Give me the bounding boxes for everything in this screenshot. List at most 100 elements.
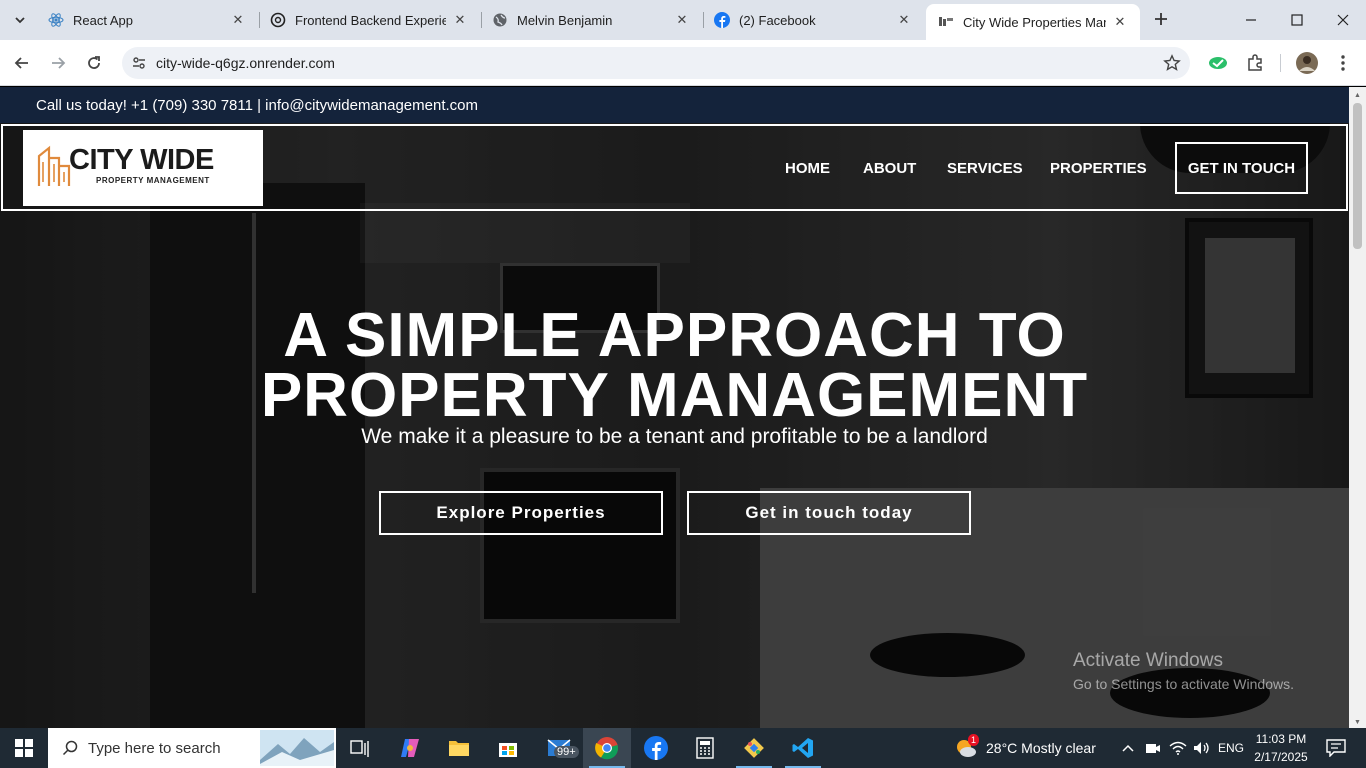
facebook-icon: [644, 736, 668, 760]
activate-windows-title: Activate Windows: [1073, 650, 1223, 671]
close-icon[interactable]: ✕: [452, 12, 468, 28]
buildings-logo-icon: [37, 145, 71, 186]
taskbar-mail[interactable]: 99+: [534, 728, 584, 768]
taskbar-search-box[interactable]: Type here to search: [48, 728, 336, 768]
volume-icon[interactable]: [1190, 728, 1214, 768]
mail-badge: 99+: [554, 746, 579, 758]
taskbar-microsoft-store[interactable]: [484, 728, 532, 768]
network-icon[interactable]: [1166, 728, 1190, 768]
address-bar[interactable]: city-wide-q6gz.onrender.com: [122, 47, 1190, 79]
hero-section: CITY WIDE PROPERTY MANAGEMENT HOME ABOUT…: [0, 123, 1349, 728]
page-scrollbar[interactable]: ▲ ▼: [1349, 87, 1366, 728]
reload-button[interactable]: [80, 49, 108, 77]
maximize-button[interactable]: [1274, 0, 1320, 40]
reload-icon: [88, 56, 100, 69]
show-hidden-icons-button[interactable]: [1116, 728, 1140, 768]
chevron-down-icon: [15, 17, 25, 24]
notifications-button[interactable]: [1316, 728, 1356, 768]
activate-windows-subtitle: Go to Settings to activate Windows.: [1073, 676, 1294, 692]
scrollbar-thumb[interactable]: [1353, 103, 1362, 249]
forward-button[interactable]: [44, 49, 72, 77]
taskbar-facebook[interactable]: [632, 728, 680, 768]
nav-properties-link[interactable]: PROPERTIES: [1050, 160, 1147, 177]
page-viewport: Call us today! +1 (709) 330 7811 | info@…: [0, 87, 1349, 728]
back-button[interactable]: [8, 49, 36, 77]
contact-topbar: Call us today! +1 (709) 330 7811 | info@…: [0, 87, 1349, 123]
get-in-touch-today-button[interactable]: Get in touch today: [687, 491, 971, 535]
search-highlight-icon: [260, 730, 334, 766]
new-tab-button[interactable]: [1150, 8, 1172, 30]
notification-icon: [1326, 739, 1346, 757]
close-icon[interactable]: ✕: [230, 12, 246, 28]
hero-subtitle: We make it a pleasure to be a tenant and…: [361, 425, 988, 448]
browser-tab-strip: React App ✕ Frontend Backend Experienc ✕…: [0, 0, 1366, 40]
tab-react-app[interactable]: React App ✕: [36, 4, 258, 36]
meet-now-icon[interactable]: [1142, 728, 1164, 768]
city-wide-favicon-icon: [938, 14, 954, 30]
task-view-button[interactable]: [336, 728, 384, 768]
get-in-touch-button[interactable]: GET IN TOUCH: [1175, 142, 1308, 194]
logo[interactable]: CITY WIDE PROPERTY MANAGEMENT: [23, 130, 263, 206]
windows-logo-icon: [15, 739, 33, 757]
close-icon[interactable]: ✕: [896, 12, 912, 28]
more-options-icon[interactable]: [1331, 51, 1355, 75]
nav-home-link[interactable]: HOME: [785, 160, 830, 177]
minimize-button[interactable]: [1228, 0, 1274, 40]
nav-about-link[interactable]: ABOUT: [863, 160, 916, 177]
calculator-icon: [696, 737, 714, 759]
taskbar-file-explorer[interactable]: [435, 728, 483, 768]
search-placeholder: Type here to search: [88, 739, 221, 757]
maximize-icon: [1291, 14, 1303, 26]
nav-services-link[interactable]: SERVICES: [947, 160, 1023, 177]
copilot-icon: [401, 739, 419, 757]
chevron-up-icon: [1122, 744, 1134, 752]
folder-icon: [449, 741, 469, 756]
close-icon: [1337, 14, 1349, 26]
scroll-down-arrow-icon[interactable]: ▼: [1353, 718, 1362, 727]
logo-tagline: PROPERTY MANAGEMENT: [96, 176, 210, 185]
site-navigation: CITY WIDE PROPERTY MANAGEMENT HOME ABOUT…: [1, 124, 1348, 211]
clock-date: 2/17/2025: [1254, 750, 1308, 764]
bookmark-star-icon[interactable]: [1154, 54, 1190, 72]
close-window-button[interactable]: [1320, 0, 1366, 40]
scroll-up-arrow-icon[interactable]: ▲: [1353, 91, 1362, 100]
chrome-icon: [595, 737, 619, 760]
tab-title: Melvin Benjamin: [517, 12, 613, 28]
vscode-icon: [792, 738, 813, 758]
task-view-icon: [350, 740, 369, 757]
tab-facebook[interactable]: (2) Facebook ✕: [702, 4, 924, 36]
tab-title: (2) Facebook: [739, 12, 816, 28]
taskbar-chrome[interactable]: [583, 728, 631, 768]
profile-avatar[interactable]: [1295, 51, 1319, 75]
browser-toolbar: city-wide-q6gz.onrender.com: [0, 40, 1366, 86]
taskbar-vscode[interactable]: [779, 728, 827, 768]
logo-name: CITY WIDE: [69, 144, 214, 176]
language-indicator[interactable]: ENG: [1218, 728, 1244, 768]
arrow-left-icon: [14, 57, 28, 69]
weather-text[interactable]: 28°C Mostly clear: [986, 728, 1096, 768]
close-icon[interactable]: ✕: [1112, 14, 1128, 30]
extension-shield-icon[interactable]: [1206, 51, 1230, 75]
diamond-app-icon: [744, 738, 764, 758]
taskbar-git-app[interactable]: [730, 728, 778, 768]
hero-title-line-2: PROPERTY MANAGEMENT: [260, 361, 1089, 430]
tab-city-wide[interactable]: City Wide Properties Manag ✕: [926, 4, 1140, 40]
weather-widget-icon[interactable]: 1: [948, 728, 984, 768]
extensions-puzzle-icon[interactable]: [1243, 51, 1267, 75]
contact-text: Call us today! +1 (709) 330 7811 | info@…: [36, 96, 479, 114]
site-info-icon[interactable]: [122, 55, 156, 71]
toolbar-divider: [1280, 54, 1281, 72]
taskbar-clock[interactable]: 11:03 PM 2/17/2025: [1250, 730, 1312, 766]
start-button[interactable]: [0, 728, 48, 768]
tab-title: City Wide Properties Manag: [963, 14, 1106, 30]
tab-search-button[interactable]: [6, 7, 34, 33]
tab-melvin-benjamin[interactable]: Melvin Benjamin ✕: [480, 4, 702, 36]
facebook-icon: [714, 12, 730, 28]
close-icon[interactable]: ✕: [674, 12, 690, 28]
tab-frontend-backend[interactable]: Frontend Backend Experienc ✕: [258, 4, 480, 36]
taskbar-calculator[interactable]: [681, 728, 729, 768]
explore-properties-button[interactable]: Explore Properties: [379, 491, 663, 535]
taskbar-copilot[interactable]: [386, 728, 434, 768]
hero-title-line-1: A SIMPLE APPROACH TO: [283, 301, 1066, 370]
search-icon: [62, 740, 78, 756]
